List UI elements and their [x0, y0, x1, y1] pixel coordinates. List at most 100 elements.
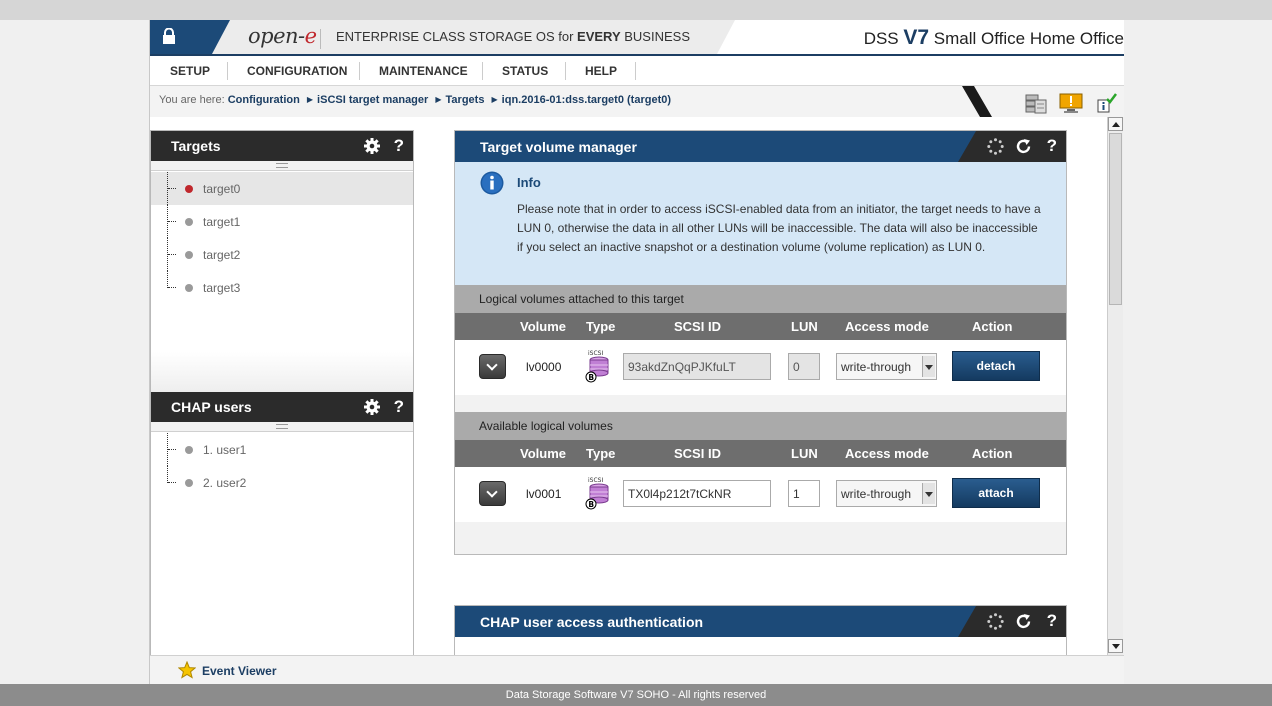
- tree-item-user2[interactable]: 2. user2: [151, 466, 413, 499]
- iscsi-volume-icon: iSCSI B: [585, 477, 609, 510]
- storage-status-icon[interactable]: [1024, 92, 1048, 114]
- scrollbar-thumb[interactable]: [1109, 133, 1122, 305]
- expand-row-button[interactable]: [479, 481, 506, 506]
- breadcrumb-arrow-icon: ▶: [306, 95, 314, 104]
- tree-item-target1[interactable]: target1: [151, 205, 413, 238]
- left-panel: Targets ? target0 target1 target2 target…: [150, 130, 414, 656]
- attached-section-header: Logical volumes attached to this target: [455, 285, 1066, 313]
- menu-configuration[interactable]: CONFIGURATION: [247, 64, 347, 78]
- iscsi-volume-icon: iSCSI B: [585, 350, 609, 383]
- tree-item-user1[interactable]: 1. user1: [151, 433, 413, 466]
- tree-item-label: 1. user1: [203, 443, 247, 457]
- chap-users-tree: 1. user1 2. user2: [151, 433, 413, 499]
- vertical-scrollbar[interactable]: [1107, 117, 1123, 655]
- event-viewer-link[interactable]: Event Viewer: [202, 664, 276, 678]
- col-type: Type: [586, 319, 616, 334]
- info-check-icon[interactable]: [1094, 92, 1118, 114]
- volume-name: lv0000: [526, 360, 562, 374]
- col-lun: LUN: [791, 446, 818, 461]
- menu-separator: [227, 62, 228, 80]
- tvm-header-tools: ?: [958, 131, 1066, 162]
- menu-separator: [635, 62, 636, 80]
- tvm-header: Target volume manager ?: [455, 131, 1066, 162]
- browser-top-strip: [0, 0, 1272, 20]
- breadcrumb-configuration[interactable]: Configuration: [228, 94, 300, 106]
- tvm-help-button[interactable]: ?: [1047, 136, 1057, 156]
- event-viewer-bar: Event Viewer: [150, 655, 1124, 684]
- breadcrumb-bar: You are here: Configuration ▶ iSCSI targe…: [150, 86, 1124, 117]
- refresh-icon[interactable]: [1015, 138, 1032, 155]
- tree-item-target0[interactable]: target0: [151, 172, 413, 205]
- main-menu: SETUP CONFIGURATION MAINTENANCE STATUS H…: [150, 56, 1124, 86]
- scroll-down-button[interactable]: [1108, 639, 1123, 653]
- tree-item-label: target1: [203, 215, 241, 229]
- scroll-up-button[interactable]: [1108, 117, 1123, 131]
- access-mode-select[interactable]: write-through: [836, 353, 937, 380]
- status-dot-icon: [185, 218, 193, 226]
- loading-spinner-icon: [987, 138, 1004, 155]
- alert-monitor-icon[interactable]: [1059, 92, 1083, 114]
- menu-setup[interactable]: SETUP: [170, 64, 210, 78]
- lun-field[interactable]: [788, 353, 820, 380]
- col-access-mode: Access mode: [845, 319, 929, 334]
- tree-item-label: target3: [203, 281, 241, 295]
- col-type: Type: [586, 446, 616, 461]
- breadcrumb-iscsi-target-manager[interactable]: iSCSI target manager: [317, 94, 428, 106]
- lun-input[interactable]: [788, 480, 820, 507]
- chap-auth-help-button[interactable]: ?: [1047, 611, 1057, 631]
- breadcrumb-prefix: You are here:: [159, 94, 225, 106]
- main-content: Target volume manager ? Info Please note…: [414, 130, 1106, 656]
- breadcrumb-targets[interactable]: Targets: [446, 94, 485, 106]
- access-mode-select[interactable]: write-through: [836, 480, 937, 507]
- svg-text:B: B: [588, 373, 594, 382]
- info-icon: [480, 171, 504, 195]
- tree-item-target2[interactable]: target2: [151, 238, 413, 271]
- info-message: Please note that in order to access iSCS…: [517, 202, 1041, 254]
- panel-fade: [151, 352, 413, 392]
- dropdown-arrow-icon: [922, 356, 935, 377]
- info-box: Info Please note that in order to access…: [455, 162, 1066, 285]
- available-column-headers: Volume Type SCSI ID LUN Access mode Acti…: [455, 440, 1066, 467]
- expand-row-button[interactable]: [479, 354, 506, 379]
- chap-auth-title: CHAP user access authentication: [480, 614, 704, 630]
- arrow-down-icon: [1112, 644, 1120, 649]
- targets-help-button[interactable]: ?: [394, 136, 404, 156]
- gear-icon[interactable]: [364, 399, 380, 415]
- refresh-icon[interactable]: [1015, 613, 1032, 630]
- svg-text:iSCSI: iSCSI: [588, 477, 603, 484]
- lock-area[interactable]: [150, 20, 230, 54]
- attach-button[interactable]: attach: [952, 478, 1040, 508]
- panel-resize-grip[interactable]: [151, 161, 413, 171]
- gear-icon[interactable]: [364, 138, 380, 154]
- targets-tree: target0 target1 target2 target3: [151, 172, 413, 304]
- scsi-id-input[interactable]: [623, 480, 771, 507]
- available-volume-row: lv0001 iSCSI B write-through: [455, 467, 1066, 522]
- menu-help[interactable]: HELP: [585, 64, 617, 78]
- chap-users-help-button[interactable]: ?: [394, 397, 404, 417]
- tvm-title: Target volume manager: [480, 139, 637, 155]
- breadcrumb-arrow-icon: ▶: [435, 95, 442, 104]
- tree-item-target3[interactable]: target3: [151, 271, 413, 304]
- chap-auth-header: CHAP user access authentication ?: [455, 606, 1066, 637]
- menu-maintenance[interactable]: MAINTENANCE: [379, 64, 468, 78]
- col-action: Action: [972, 446, 1013, 461]
- footer: Data Storage Software V7 SOHO - All righ…: [0, 684, 1272, 706]
- detach-button[interactable]: detach: [952, 351, 1040, 381]
- star-icon: [178, 661, 196, 679]
- target-volume-manager: Target volume manager ? Info Please note…: [454, 130, 1067, 555]
- scsi-id-field[interactable]: [623, 353, 771, 380]
- status-dot-active-icon: [185, 185, 193, 193]
- panel-resize-grip[interactable]: [151, 422, 413, 432]
- breadcrumb: You are here: Configuration ▶ iSCSI targe…: [159, 94, 671, 106]
- header: open-e ENTERPRISE CLASS STORAGE OS for E…: [150, 20, 1124, 56]
- arrow-up-icon: [1112, 122, 1120, 127]
- col-volume: Volume: [520, 446, 566, 461]
- col-access-mode: Access mode: [845, 446, 929, 461]
- status-dot-icon: [185, 251, 193, 259]
- targets-panel-title: Targets: [171, 138, 221, 154]
- menu-status[interactable]: STATUS: [502, 64, 548, 78]
- available-section-header: Available logical volumes: [455, 412, 1066, 440]
- info-title: Info: [517, 175, 541, 190]
- tree-item-label: 2. user2: [203, 476, 247, 490]
- breadcrumb-current-target[interactable]: iqn.2016-01:dss.target0 (target0): [502, 94, 671, 106]
